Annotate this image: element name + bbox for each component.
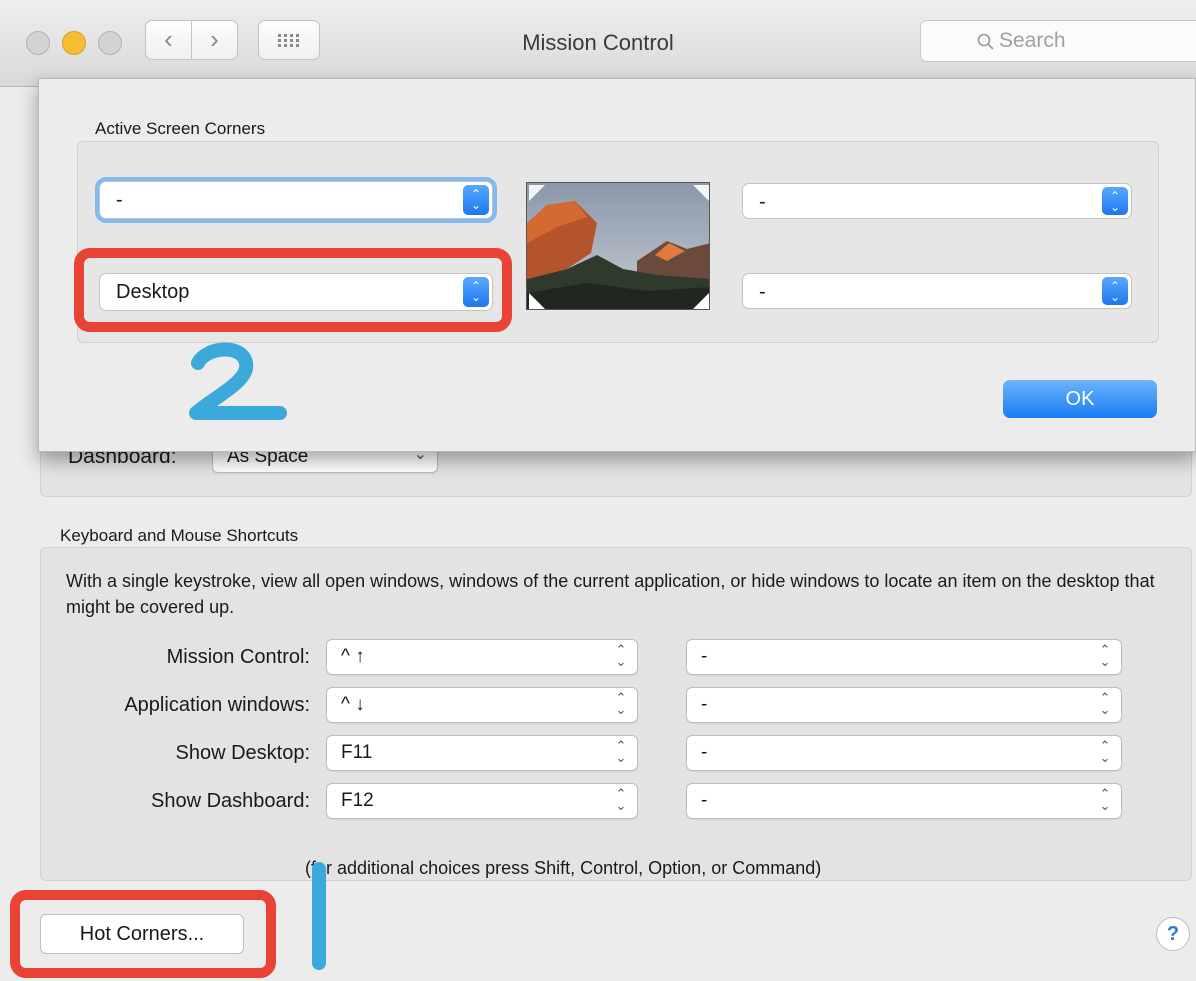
show-dashboard-modifier-value: - xyxy=(701,790,708,811)
title-bar: ‹ › Mission Control Search xyxy=(0,0,1196,87)
show-desktop-key-value: F11 xyxy=(341,742,373,763)
sheet-section-label: Active Screen Corners xyxy=(95,119,266,138)
shortcuts-section-label: Keyboard and Mouse Shortcuts xyxy=(60,526,299,545)
up-down-icon: ⌃ ⌄ xyxy=(463,185,489,215)
show-dashboard-modifier-popup[interactable]: - ⌃ ⌄ xyxy=(686,783,1122,819)
bottom-right-corner-value: - xyxy=(759,281,766,303)
up-down-icon: ⌃ ⌄ xyxy=(1099,642,1111,669)
top-left-corner-value: - xyxy=(116,189,123,211)
help-icon: ? xyxy=(1166,923,1180,945)
annotation-highlight-desktop-corner xyxy=(74,248,512,332)
top-right-corner-popup[interactable]: - ⌃ ⌄ xyxy=(742,183,1132,219)
bottom-right-corner-popup[interactable]: - ⌃ ⌄ xyxy=(742,273,1132,309)
mission-control-key-value: ^ ↑ xyxy=(341,646,365,667)
top-right-corner-value: - xyxy=(759,191,766,213)
application-windows-key-popup[interactable]: ^ ↓ ⌃ ⌄ xyxy=(326,687,638,723)
search-field[interactable]: Search xyxy=(920,20,1196,62)
application-windows-modifier-popup[interactable]: - ⌃ ⌄ xyxy=(686,687,1122,723)
row-label-mission-control: Mission Control: xyxy=(166,646,310,668)
ok-button-label: OK xyxy=(1065,388,1095,410)
up-down-icon: ⌃ ⌄ xyxy=(615,690,627,717)
help-button[interactable]: ? xyxy=(1156,917,1190,951)
application-windows-modifier-value: - xyxy=(701,694,708,715)
screen-preview-image xyxy=(526,182,710,310)
up-down-icon: ⌃ ⌄ xyxy=(615,738,627,765)
up-down-icon: ⌃ ⌄ xyxy=(1099,786,1111,813)
mission-control-modifier-value: - xyxy=(701,646,708,667)
show-dashboard-key-popup[interactable]: F12 ⌃ ⌄ xyxy=(326,783,638,819)
up-down-icon: ⌃ ⌄ xyxy=(1099,690,1111,717)
up-down-icon: ⌃ ⌄ xyxy=(1099,738,1111,765)
shortcuts-footnote: (for additional choices press Shift, Con… xyxy=(305,858,822,878)
mission-control-key-popup[interactable]: ^ ↑ ⌃ ⌄ xyxy=(326,639,638,675)
mountain-landscape-icon xyxy=(527,183,709,309)
search-icon xyxy=(977,33,994,50)
up-down-icon: ⌃ ⌄ xyxy=(1102,187,1128,215)
show-desktop-modifier-value: - xyxy=(701,742,708,763)
show-dashboard-key-value: F12 xyxy=(341,790,374,811)
show-desktop-key-popup[interactable]: F11 ⌃ ⌄ xyxy=(326,735,638,771)
up-down-icon: ⌃ ⌄ xyxy=(615,642,627,669)
show-desktop-modifier-popup[interactable]: - ⌃ ⌄ xyxy=(686,735,1122,771)
search-placeholder: Search xyxy=(999,29,1066,52)
shortcuts-description: With a single keystroke, view all open w… xyxy=(66,571,1155,617)
annotation-step-one-marker xyxy=(312,862,326,970)
application-windows-key-value: ^ ↓ xyxy=(341,694,365,715)
annotation-step-two-marker xyxy=(189,342,287,420)
mission-control-modifier-popup[interactable]: - ⌃ ⌄ xyxy=(686,639,1122,675)
up-down-icon: ⌃ ⌄ xyxy=(1102,277,1128,305)
top-left-corner-popup[interactable]: - ⌃ ⌄ xyxy=(99,181,493,219)
ok-button[interactable]: OK xyxy=(1003,380,1157,418)
row-label-show-desktop: Show Desktop: xyxy=(175,742,310,764)
row-label-show-dashboard: Show Dashboard: xyxy=(151,790,310,812)
up-down-icon: ⌃ ⌄ xyxy=(615,786,627,813)
row-label-application-windows: Application windows: xyxy=(124,694,310,716)
annotation-highlight-hot-corners xyxy=(10,890,276,978)
